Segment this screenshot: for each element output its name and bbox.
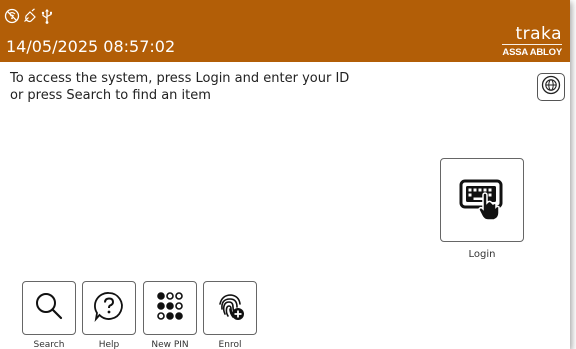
help-icon (93, 290, 125, 327)
globe-icon (540, 74, 562, 101)
search-label: Search (33, 340, 65, 349)
app-window: 14/05/2025 08:57:02 traka ASSA ABLOY To … (0, 0, 570, 349)
keyboard-hand-icon (455, 171, 509, 230)
no-connection-icon (4, 8, 20, 24)
help-button[interactable] (82, 281, 136, 335)
new-pin-button[interactable] (143, 281, 197, 335)
instruction-line-2: or press Search to find an item (10, 88, 211, 103)
login-label: Login (468, 249, 496, 260)
fingerprint-add-icon (214, 290, 246, 327)
new-pin-label: New PIN (151, 340, 189, 349)
status-icons (4, 4, 54, 28)
instruction-text: To access the system, press Login and en… (10, 70, 370, 104)
help-label: Help (98, 340, 120, 349)
search-icon (33, 290, 65, 327)
enrol-label: Enrol (218, 340, 242, 349)
brand-divider (502, 44, 562, 45)
brand-logo: traka ASSA ABLOY (502, 26, 562, 58)
search-button[interactable] (22, 281, 76, 335)
keypad-icon (155, 291, 185, 326)
brand-subtitle: ASSA ABLOY (502, 47, 562, 58)
language-button[interactable] (537, 73, 565, 101)
brand-name: traka (515, 24, 562, 44)
power-off-icon (22, 8, 38, 24)
header-bar: 14/05/2025 08:57:02 traka ASSA ABLOY (0, 0, 570, 62)
date-time-display: 14/05/2025 08:57:02 (6, 37, 176, 56)
instruction-line-1: To access the system, press Login and en… (10, 71, 350, 86)
enrol-button[interactable] (203, 281, 257, 335)
login-button[interactable] (440, 158, 524, 242)
usb-icon (40, 8, 54, 24)
